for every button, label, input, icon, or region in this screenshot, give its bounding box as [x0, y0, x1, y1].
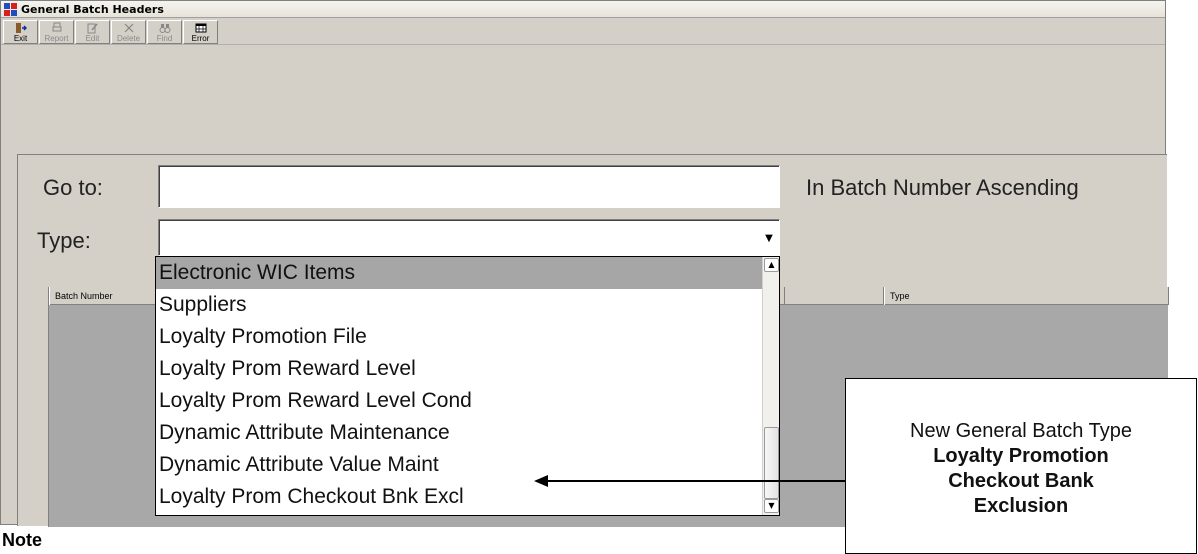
goto-label: Go to:	[43, 175, 103, 200]
dropdown-item[interactable]: Suppliers	[156, 289, 779, 321]
printer-icon	[51, 22, 63, 34]
error-button[interactable]: Error	[183, 20, 218, 44]
callout-line-2: Loyalty Promotion	[933, 445, 1109, 467]
scroll-down-icon[interactable]: ▼	[764, 499, 779, 513]
note-heading: Note	[2, 530, 42, 550]
dropdown-item[interactable]: Loyalty Prom Checkout Bnk Excl	[156, 481, 779, 513]
dropdown-item[interactable]: Loyalty Prom Reward Level Cond	[156, 385, 779, 417]
chevron-down-icon[interactable]: ▼	[761, 222, 777, 251]
edit-button[interactable]: Edit	[75, 20, 110, 44]
exit-door-icon	[15, 22, 27, 34]
scroll-thumb[interactable]	[764, 427, 779, 499]
report-button-label: Report	[44, 34, 69, 43]
type-combobox[interactable]: ▼	[158, 219, 780, 256]
column-type[interactable]: Type	[884, 287, 1169, 305]
callout-line-4: Exclusion	[973, 495, 1069, 517]
exit-button[interactable]: Exit	[3, 20, 38, 44]
report-button[interactable]: Report	[39, 20, 74, 44]
title-bar: General Batch Headers	[1, 1, 1165, 18]
goto-input[interactable]	[158, 165, 780, 208]
callout-line-1: New General Batch Type	[910, 420, 1132, 442]
column-spacer	[784, 287, 884, 305]
scroll-up-icon[interactable]: ▲	[764, 258, 779, 272]
callout-line-3: Checkout Bank	[948, 470, 1094, 492]
dropdown-item[interactable]: Dynamic Attribute Maintenance	[156, 417, 779, 449]
find-button[interactable]: Find	[147, 20, 182, 44]
edit-button-label: Edit	[85, 34, 100, 43]
find-button-label: Find	[156, 34, 173, 43]
dropdown-scrollbar[interactable]: ▲ ▼	[762, 257, 779, 515]
dropdown-item[interactable]: Dynamic Attribute Value Maint	[156, 449, 779, 481]
grid-icon	[195, 22, 207, 34]
dropdown-item[interactable]: Loyalty Promotion File	[156, 321, 779, 353]
edit-icon	[87, 22, 99, 34]
delete-button-label: Delete	[116, 34, 141, 43]
type-dropdown-list[interactable]: Electronic WIC Items Suppliers Loyalty Pro…	[155, 256, 780, 516]
delete-x-icon	[123, 22, 135, 34]
binoculars-icon	[159, 22, 171, 34]
window-title: General Batch Headers	[21, 2, 164, 16]
callout-box: New General Batch Type Loyalty Promotion…	[845, 378, 1197, 554]
exit-button-label: Exit	[13, 34, 28, 43]
error-button-label: Error	[191, 34, 210, 43]
dropdown-item[interactable]: Electronic WIC Items	[156, 257, 779, 289]
dropdown-item[interactable]: Loyalty Prom Reward Level	[156, 353, 779, 385]
dropdown-items: Electronic WIC Items Suppliers Loyalty Pro…	[156, 257, 779, 513]
toolbar: Exit Report Edit Delete Find Error	[1, 18, 1165, 45]
type-label: Type:	[37, 228, 91, 253]
delete-button[interactable]: Delete	[111, 20, 146, 44]
app-icon	[4, 2, 17, 16]
sort-order-text: In Batch Number Ascending	[806, 175, 1079, 200]
